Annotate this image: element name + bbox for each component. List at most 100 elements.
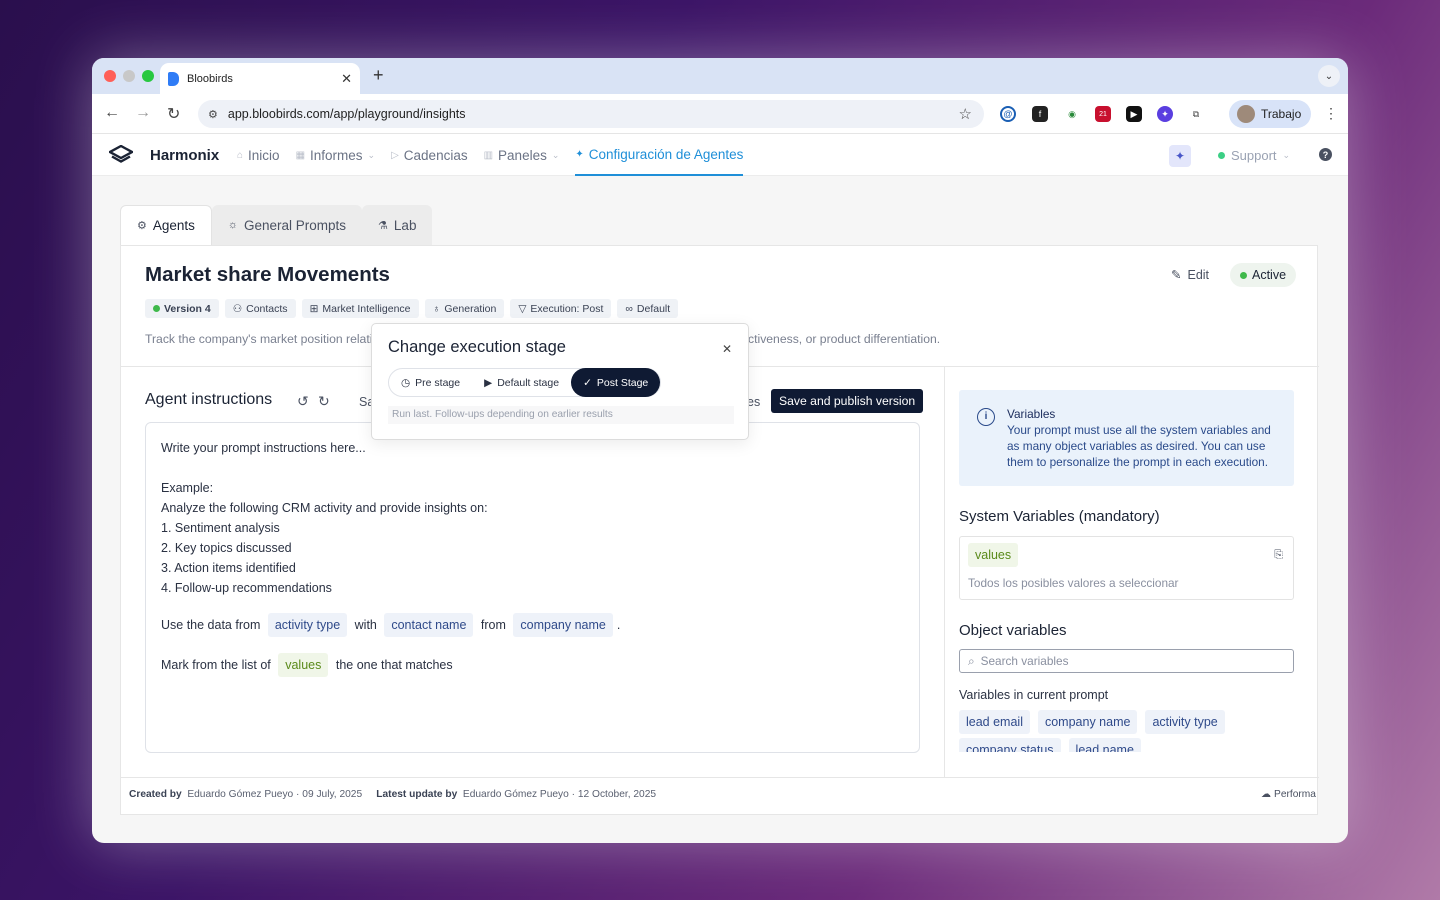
extension-2-icon[interactable]: f bbox=[1032, 106, 1048, 122]
home-icon: ⌂ bbox=[237, 149, 244, 161]
close-icon[interactable]: ✕ bbox=[722, 342, 732, 356]
address-bar[interactable]: ⚙ app.bloobirds.com/app/playground/insig… bbox=[198, 100, 984, 128]
help-icon[interactable]: ? bbox=[1319, 148, 1332, 161]
performance-button[interactable]: ☁ Performa bbox=[1261, 789, 1316, 800]
browser-tab-title: Bloobirds bbox=[187, 72, 233, 85]
variable-chip[interactable]: company name bbox=[513, 613, 613, 637]
bloobirds-favicon-icon bbox=[168, 71, 179, 86]
prompt-editor[interactable]: Write your prompt instructions here... E… bbox=[145, 422, 920, 753]
reload-icon[interactable]: ↻ bbox=[167, 104, 180, 124]
avatar bbox=[1237, 105, 1255, 123]
stage-selector: ◷ Pre stage ▶ Default stage ✓ Post Stage bbox=[388, 368, 662, 397]
report-icon: ▦ bbox=[295, 149, 306, 161]
variable-chip[interactable]: company name bbox=[1037, 710, 1138, 734]
copy-icon[interactable]: ⎘ bbox=[1274, 549, 1283, 562]
stage-option-default[interactable]: ▶ Default stage bbox=[472, 368, 571, 397]
status-label: Active bbox=[1252, 268, 1287, 282]
prompt-text: with bbox=[354, 618, 377, 632]
system-variable-description: Todos los posibles valores a seleccionar bbox=[968, 576, 1179, 590]
magic-wand-icon: ✦ bbox=[575, 148, 584, 160]
grid-icon: ⊞ bbox=[309, 302, 319, 315]
browser-tab[interactable]: Bloobirds ✕ bbox=[160, 63, 360, 94]
search-variables-input[interactable]: ⌕ Search variables bbox=[959, 649, 1294, 673]
nav-label: Informes bbox=[310, 147, 363, 163]
nav-label: Inicio bbox=[248, 147, 280, 163]
back-arrow-icon[interactable]: ← bbox=[104, 104, 120, 122]
performance-label: Performa bbox=[1274, 789, 1316, 800]
bookmark-star-icon[interactable]: ☆ bbox=[959, 105, 972, 123]
current-variables-label: Variables in current prompt bbox=[959, 688, 1109, 702]
generation-chip[interactable]: ♁ Generation bbox=[424, 299, 505, 318]
variable-chip[interactable]: activity type bbox=[1145, 710, 1225, 734]
option-label: Post Stage bbox=[596, 376, 649, 389]
profile-button[interactable]: Trabajo bbox=[1229, 100, 1311, 128]
pencil-icon: ✎ bbox=[1171, 268, 1182, 282]
browser-menu-icon[interactable]: ⋮ bbox=[1324, 105, 1338, 122]
version-chip[interactable]: Version 4 bbox=[145, 299, 219, 318]
stage-option-pre[interactable]: ◷ Pre stage bbox=[389, 368, 472, 397]
market-intelligence-chip[interactable]: ⊞ Market Intelligence bbox=[301, 299, 419, 318]
chevron-down-icon: ⌄ bbox=[551, 149, 560, 160]
undo-icon[interactable]: ↺ bbox=[297, 393, 309, 410]
close-tab-icon[interactable]: ✕ bbox=[341, 71, 352, 87]
edit-label: Edit bbox=[1187, 267, 1210, 282]
minimize-window-button[interactable] bbox=[123, 70, 135, 82]
nav-item-inicio[interactable]: ⌂ Inicio bbox=[237, 134, 280, 176]
extension-compass-icon[interactable]: ✦ bbox=[1157, 106, 1173, 122]
contacts-chip[interactable]: ⚇ Contacts bbox=[224, 299, 296, 318]
system-variable-chip[interactable]: values bbox=[968, 543, 1019, 567]
agent-tags: Version 4 ⚇ Contacts ⊞ Market Intelligen… bbox=[145, 299, 679, 318]
nav-label: Paneles bbox=[498, 147, 547, 163]
execution-chip[interactable]: ▽ Execution: Post bbox=[510, 299, 612, 318]
card-footer: Created by Eduardo Gómez Pueyo · 09 July… bbox=[129, 789, 656, 800]
maximize-window-button[interactable] bbox=[142, 70, 154, 82]
variable-chip[interactable]: lead email bbox=[959, 710, 1030, 734]
extension-video-icon[interactable]: ▶ bbox=[1126, 106, 1142, 122]
prompt-line: Example: bbox=[161, 481, 214, 495]
new-tab-icon[interactable]: + bbox=[373, 65, 384, 86]
forward-arrow-icon[interactable]: → bbox=[135, 104, 151, 122]
nav-item-informes[interactable]: ▦ Informes ⌄ bbox=[296, 134, 376, 176]
status-dot bbox=[153, 305, 160, 312]
status-badge[interactable]: Active bbox=[1230, 263, 1297, 287]
support-label: Support bbox=[1231, 148, 1277, 163]
close-window-button[interactable] bbox=[104, 70, 116, 82]
edit-button[interactable]: ✎ Edit bbox=[1171, 267, 1210, 283]
variable-chip[interactable]: activity type bbox=[267, 613, 348, 637]
harmonix-logo-icon bbox=[109, 145, 133, 163]
lightbulb-icon: ☼ bbox=[227, 219, 238, 231]
nav-item-paneles[interactable]: ▥ Paneles ⌄ bbox=[484, 134, 560, 176]
save-publish-button[interactable]: Save and publish version bbox=[771, 389, 924, 413]
info-icon: i bbox=[977, 408, 995, 426]
default-chip[interactable]: ∞ Default bbox=[617, 299, 679, 318]
support-menu[interactable]: Support ⌄ bbox=[1218, 148, 1290, 163]
app-header: Harmonix ⌂ Inicio ▦ Informes ⌄ ▷ Cadenci… bbox=[92, 134, 1348, 176]
nav-item-cadencias[interactable]: ▷ Cadencias bbox=[391, 134, 468, 176]
tab-search-chevron-icon[interactable]: ⌄ bbox=[1318, 65, 1340, 87]
extensions-puzzle-icon[interactable]: ⧉ bbox=[1188, 106, 1204, 122]
tab-agents[interactable]: ⚙ Agents bbox=[120, 205, 212, 245]
extension-calendar-icon[interactable]: 21 bbox=[1095, 106, 1111, 122]
tab-label: Agents bbox=[152, 218, 195, 233]
redo-icon[interactable]: ↻ bbox=[318, 393, 330, 410]
chip-label: Default bbox=[636, 302, 671, 315]
variable-chip[interactable]: contact name bbox=[384, 613, 474, 637]
cadence-icon: ▷ bbox=[391, 149, 399, 161]
browser-toolbar: ← → ↻ ⚙ app.bloobirds.com/app/playground… bbox=[92, 94, 1348, 134]
system-variable-chip[interactable]: values bbox=[278, 653, 329, 677]
nav-item-configuracion-agentes[interactable]: ✦ Configuración de Agentes bbox=[575, 134, 744, 176]
extension-1-icon[interactable]: @ bbox=[1000, 106, 1016, 122]
extension-eye-icon[interactable]: ◉ bbox=[1064, 106, 1080, 122]
person-icon: ⚇ bbox=[232, 302, 243, 315]
tab-lab[interactable]: ⚗ Lab bbox=[362, 205, 433, 245]
variable-chip[interactable]: company status bbox=[959, 738, 1061, 752]
variable-chip[interactable]: lead name bbox=[1068, 738, 1141, 752]
prompt-line-variables: Use the data from activity type with con… bbox=[161, 612, 904, 638]
site-settings-icon[interactable]: ⚙ bbox=[208, 108, 218, 121]
cloud-icon: ☁ bbox=[1261, 789, 1272, 800]
tab-general-prompts[interactable]: ☼ General Prompts bbox=[211, 205, 363, 245]
agent-title: Market share Movements bbox=[145, 263, 390, 286]
magic-wand-button[interactable]: ✦ bbox=[1169, 145, 1191, 167]
stage-option-post[interactable]: ✓ Post Stage bbox=[571, 368, 661, 397]
main-nav: ⌂ Inicio ▦ Informes ⌄ ▷ Cadencias ▥ Pane… bbox=[237, 134, 744, 176]
